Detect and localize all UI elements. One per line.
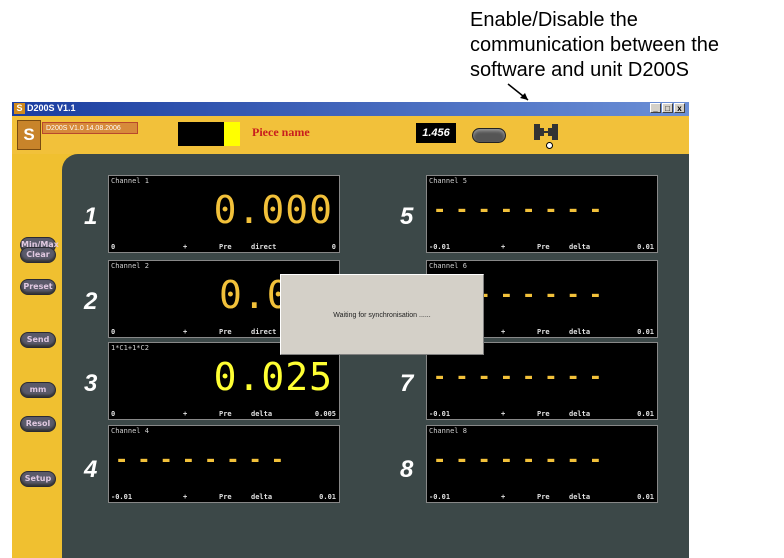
footer-mode: delta [569,243,591,251]
footer-mode: direct [251,328,277,336]
channel-number-4: 4 [84,456,98,483]
channel-label: Channel 2 [111,262,149,270]
connect-plug-icon[interactable] [532,120,560,144]
footer-sign: + [183,243,188,251]
footer-max: 0.01 [637,410,654,418]
footer-max: 0 [331,243,336,251]
toolbar: S D200S V1.0 14.08.2006 Piece name 1.456 [12,116,689,154]
channel-value: 0.025 [213,355,333,399]
channel-number-7: 7 [400,370,414,397]
footer-pre: Pre [537,243,550,251]
footer-mode: delta [251,493,273,501]
footer-mode: delta [569,493,591,501]
channel-dashes: -------- [433,365,611,390]
footer-sign: + [501,328,506,336]
app-small-logo-icon: S [14,103,25,114]
footer-sign: + [183,493,188,501]
annotation-callout: Enable/Disable the communication between… [470,8,780,83]
footer-pre: Pre [219,328,232,336]
footer-min: 0 [111,243,116,251]
footer-max: 0.01 [637,493,654,501]
channel-number-1: 1 [84,203,98,230]
channel-1-display[interactable]: Channel 1 0.000 0 + Pre direct 0 [108,175,340,253]
channel-label: 1*C1+1*C2 [111,344,149,352]
piece-name-label[interactable]: Piece name [252,125,310,140]
channel-number-8: 8 [400,456,414,483]
annotation-arrow-icon [507,83,529,101]
footer-sign: + [183,410,188,418]
window-title: D200S V1.1 [27,103,76,113]
footer-max: 0.005 [314,410,336,418]
footer-pre: Pre [219,493,232,501]
channel-number-5: 5 [400,203,414,230]
footer-max: 0.01 [637,243,654,251]
sync-message: Waiting for synchronisation ...... [333,312,431,319]
channel-dashes: -------- [433,448,611,473]
footer-pre: Pre [537,493,550,501]
close-button[interactable]: x [674,103,685,113]
clear-button-main[interactable]: Clear [20,247,56,263]
footer-pre: Pre [219,243,232,251]
units-mm-button[interactable]: mm [20,382,56,398]
channel-dashes: -------- [433,198,611,223]
connection-led-icon [546,142,553,149]
footer-pre: Pre [537,410,550,418]
annotation-line-3: software and unit D200S [470,59,690,81]
channel-value: 0.000 [213,188,333,232]
footer-sign: + [501,410,506,418]
title-bar: S D200S V1.1 _ □ x [12,102,689,116]
oval-button[interactable] [472,128,506,143]
window-controls: _ □ x [650,103,685,113]
footer-min: -0.01 [429,493,451,501]
status-indicator-black [178,122,224,146]
maximize-button[interactable]: □ [662,103,673,113]
footer-sign: + [501,243,506,251]
channel-label: Channel 4 [111,427,149,435]
measured-value-display: 1.456 [416,123,456,143]
channel-label: Channel 1 [111,177,149,185]
channel-4-display[interactable]: Channel 4 -------- -0.01 + Pre delta 0.0… [108,425,340,503]
channel-label: Channel 5 [429,177,467,185]
status-indicator-yellow [224,122,240,146]
preset-button[interactable]: Preset [20,279,56,295]
footer-mode: delta [569,410,591,418]
channel-number-3: 3 [84,370,98,397]
version-field: D200S V1.0 14.08.2006 [42,122,138,134]
send-button[interactable]: Send [20,332,56,348]
footer-min: 0 [111,410,116,418]
app-logo-icon: S [17,120,41,150]
footer-min: -0.01 [111,493,133,501]
channel-label: Channel 6 [429,262,467,270]
footer-mode: delta [569,328,591,336]
channel-8-display[interactable]: Channel 8 -------- -0.01 + Pre delta 0.0… [426,425,658,503]
footer-mode: delta [251,410,273,418]
footer-mode: direct [251,243,277,251]
channel-label: Channel 8 [429,427,467,435]
footer-min: 0 [111,328,116,336]
channel-dashes: -------- [115,448,293,473]
footer-min: -0.01 [429,410,451,418]
footer-sign: + [501,493,506,501]
setup-button[interactable]: Setup [20,471,56,487]
annotation-line-1: Enable/Disable the [470,9,638,31]
footer-sign: + [183,328,188,336]
footer-min: -0.01 [429,243,451,251]
resolution-button[interactable]: Resol [20,416,56,432]
channel-number-2: 2 [84,288,98,315]
footer-max: 0.01 [319,493,336,501]
sync-dialog: Waiting for synchronisation ...... [280,274,484,355]
footer-pre: Pre [219,410,232,418]
channel-5-display[interactable]: Channel 5 -------- -0.01 + Pre delta 0.0… [426,175,658,253]
annotation-line-2: communication between the [470,34,720,56]
footer-pre: Pre [537,328,550,336]
footer-max: 0.01 [637,328,654,336]
minimize-button[interactable]: _ [650,103,661,113]
